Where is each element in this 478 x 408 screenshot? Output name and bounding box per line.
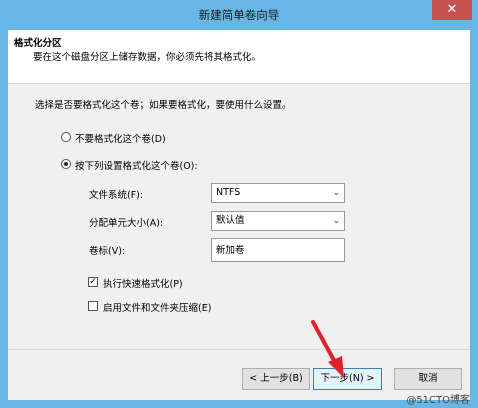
page-title: 格式化分区 bbox=[14, 38, 62, 49]
cancel-button[interactable]: 取消 bbox=[394, 368, 462, 390]
back-button[interactable]: < 上一步(B) bbox=[242, 368, 310, 390]
watermark: @51CTO博客 bbox=[406, 395, 470, 406]
close-button[interactable]: ✕ bbox=[432, 0, 472, 20]
quick-format-label[interactable]: 执行快速格式化(P) bbox=[103, 276, 183, 290]
window-title: 新建简单卷向导 bbox=[198, 8, 280, 22]
page-subtitle: 要在这个磁盘分区上储存数据，你必须先将其格式化。 bbox=[33, 52, 262, 63]
filesystem-label: 文件系统(F): bbox=[89, 190, 144, 201]
title-bar[interactable]: 新建简单卷向导 ✕ bbox=[0, 0, 478, 30]
filesystem-value: NTFS bbox=[216, 187, 241, 198]
wizard-content: 格式化分区 要在这个磁盘分区上储存数据，你必须先将其格式化。 选择是否要格式化这… bbox=[8, 30, 470, 400]
compression-label[interactable]: 启用文件和文件夹压缩(E) bbox=[103, 300, 211, 314]
close-icon: ✕ bbox=[446, 2, 458, 17]
wizard-body: 选择是否要格式化这个卷；如果要格式化，要使用什么设置。 不要格式化这个卷(D) … bbox=[8, 85, 470, 349]
allocation-value: 默认值 bbox=[216, 215, 245, 226]
no-format-label[interactable]: 不要格式化这个卷(D) bbox=[75, 131, 166, 145]
format-radio[interactable] bbox=[61, 159, 71, 169]
no-format-radio[interactable] bbox=[61, 132, 71, 142]
next-button[interactable]: 下一步(N) > bbox=[313, 368, 382, 390]
volume-label-input[interactable]: 新加卷 bbox=[211, 238, 345, 262]
compression-checkbox[interactable] bbox=[88, 301, 98, 311]
wizard-header: 格式化分区 要在这个磁盘分区上储存数据，你必须先将其格式化。 bbox=[8, 30, 470, 84]
allocation-label: 分配单元大小(A): bbox=[89, 218, 164, 229]
filesystem-select[interactable]: NTFS ⌄ bbox=[211, 183, 345, 203]
format-label[interactable]: 按下列设置格式化这个卷(O): bbox=[75, 158, 198, 172]
quick-format-checkbox[interactable]: ✓ bbox=[88, 277, 98, 287]
wizard-window: 新建简单卷向导 ✕ 格式化分区 要在这个磁盘分区上储存数据，你必须先将其格式化。… bbox=[0, 0, 478, 408]
allocation-select[interactable]: 默认值 ⌄ bbox=[211, 211, 345, 231]
prompt-text: 选择是否要格式化这个卷；如果要格式化，要使用什么设置。 bbox=[35, 100, 292, 111]
volume-label-label: 卷标(V): bbox=[89, 246, 126, 257]
chevron-down-icon: ⌄ bbox=[332, 188, 340, 198]
wizard-footer: < 上一步(B) 下一步(N) > 取消 bbox=[8, 349, 470, 400]
chevron-down-icon: ⌄ bbox=[332, 216, 340, 226]
